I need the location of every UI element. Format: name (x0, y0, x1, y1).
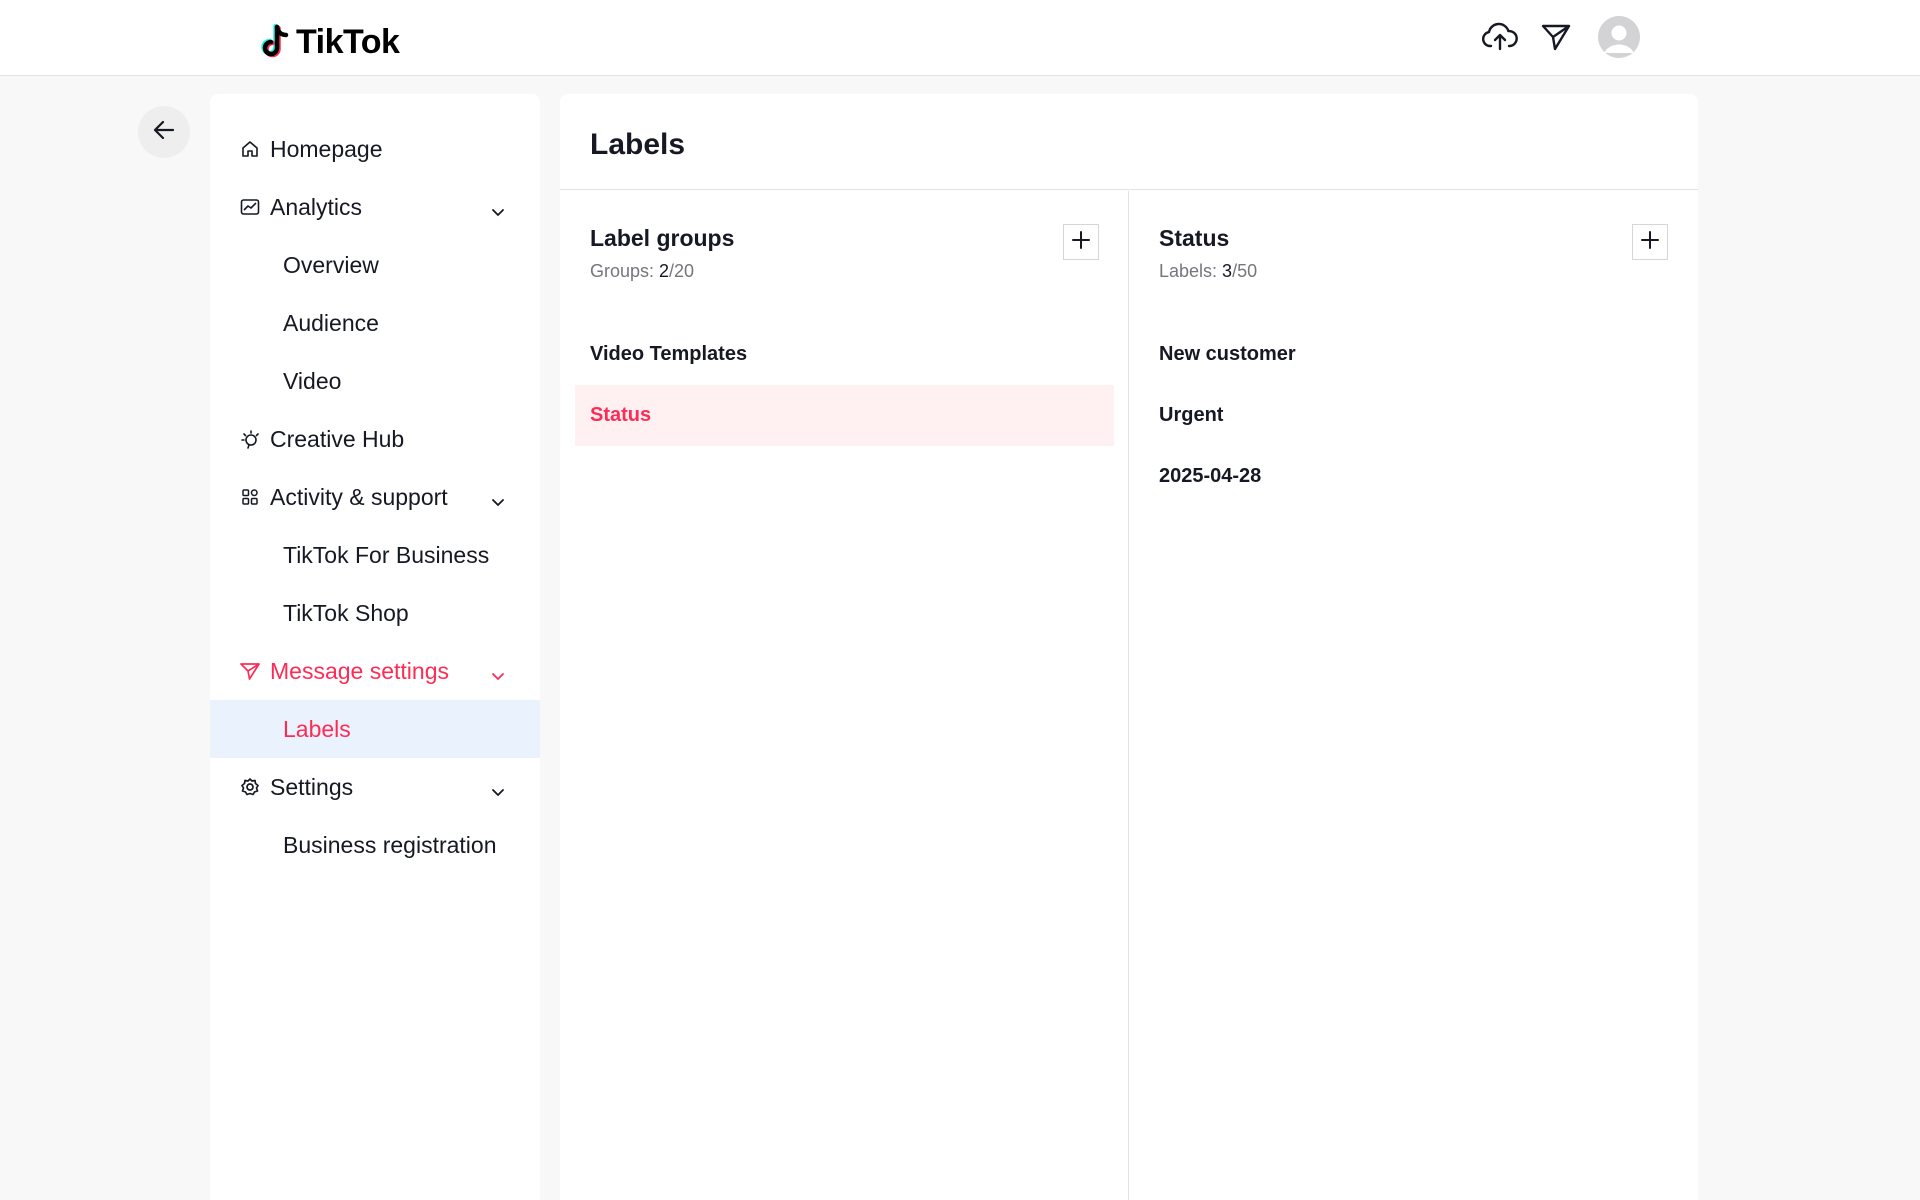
labels-count-value: 3 (1222, 261, 1233, 281)
gear-icon (240, 777, 260, 797)
list-item[interactable]: New customer (1144, 324, 1683, 385)
labels-count-limit: /50 (1232, 261, 1258, 281)
chevron-down-icon (490, 489, 506, 506)
sidebar-item-label: Video (283, 367, 342, 394)
tiktok-logo-icon (260, 23, 292, 61)
tiktok-logo[interactable]: TikTok (260, 22, 400, 62)
sidebar-item-overview[interactable]: Overview (210, 236, 540, 294)
avatar[interactable] (1598, 16, 1640, 58)
header-actions (1480, 16, 1640, 58)
sidebar-item-labels[interactable]: Labels (210, 700, 540, 758)
chevron-down-icon (490, 663, 506, 680)
sidebar-item-tiktok-for-business[interactable]: TikTok For Business (210, 526, 540, 584)
sidebar-item-video[interactable]: Video (210, 352, 540, 410)
page-header: Labels (560, 94, 1698, 190)
page-title: Labels (590, 128, 686, 161)
labels-count: Labels: 3/50 (1159, 261, 1257, 282)
list-item[interactable]: 2025-04-28 (1144, 446, 1683, 507)
label-groups-list: Video Templates Status (575, 324, 1114, 446)
sidebar-item-label: Activity & support (270, 483, 448, 510)
sidebar-item-settings[interactable]: Settings (210, 758, 540, 816)
sidebar-item-label: Homepage (270, 135, 383, 162)
chevron-down-icon (490, 199, 506, 216)
lightbulb-icon (240, 429, 260, 449)
sidebar-item-label: TikTok For Business (283, 541, 490, 568)
groups-count: Groups: 2/20 (590, 261, 694, 282)
home-icon (240, 139, 260, 159)
sidebar-item-tiktok-shop[interactable]: TikTok Shop (210, 584, 540, 642)
sidebar: Homepage Analytics Overview Audience Vid… (210, 94, 540, 1200)
list-item[interactable]: Status (575, 385, 1114, 446)
sidebar-item-message-settings[interactable]: Message settings (210, 642, 540, 700)
upload-icon[interactable] (1480, 17, 1520, 57)
plus-icon (1071, 230, 1091, 255)
analytics-icon (240, 197, 260, 217)
sidebar-item-business-registration[interactable]: Business registration (210, 816, 540, 874)
brand-name: TikTok (296, 22, 400, 61)
plus-icon (1640, 230, 1660, 255)
groups-count-limit: /20 (669, 261, 695, 281)
sidebar-item-audience[interactable]: Audience (210, 294, 540, 352)
arrow-left-icon (153, 120, 175, 145)
sidebar-item-label: Audience (283, 309, 379, 336)
labels-column-title: Status (1159, 225, 1230, 251)
back-button[interactable] (138, 106, 190, 158)
labels-list: New customer Urgent 2025-04-28 (1144, 324, 1683, 507)
sidebar-item-label: TikTok Shop (283, 599, 409, 626)
send-icon (240, 661, 260, 681)
groups-count-prefix: Groups: (590, 261, 660, 281)
sidebar-item-label: Labels (283, 715, 351, 742)
top-bar: TikTok (0, 0, 1920, 76)
labels-column: Status Labels: 3/50 New customer Urgent … (1129, 191, 1698, 1200)
add-label-group-button[interactable] (1063, 224, 1099, 260)
sidebar-item-label: Message settings (270, 657, 449, 684)
list-item[interactable]: Urgent (1144, 385, 1683, 446)
chevron-down-icon (490, 779, 506, 796)
sidebar-item-label: Creative Hub (270, 425, 405, 452)
main-panel: Labels Label groups Groups: 2/20 Video T… (560, 94, 1698, 1200)
sidebar-item-analytics[interactable]: Analytics (210, 178, 540, 236)
label-groups-title: Label groups (590, 225, 735, 251)
sidebar-item-homepage[interactable]: Homepage (210, 120, 540, 178)
sidebar-item-activity-support[interactable]: Activity & support (210, 468, 540, 526)
sidebar-item-creative-hub[interactable]: Creative Hub (210, 410, 540, 468)
sidebar-item-label: Overview (283, 251, 379, 278)
sidebar-item-label: Analytics (270, 193, 363, 220)
groups-count-value: 2 (659, 261, 670, 281)
sidebar-item-label: Business registration (283, 831, 497, 858)
list-item[interactable]: Video Templates (575, 324, 1114, 385)
labels-count-prefix: Labels: (1159, 261, 1223, 281)
send-icon[interactable] (1536, 17, 1576, 57)
sidebar-item-label: Settings (270, 773, 354, 800)
apps-icon (240, 487, 260, 507)
add-label-button[interactable] (1632, 224, 1668, 260)
label-groups-column: Label groups Groups: 2/20 Video Template… (560, 191, 1129, 1200)
